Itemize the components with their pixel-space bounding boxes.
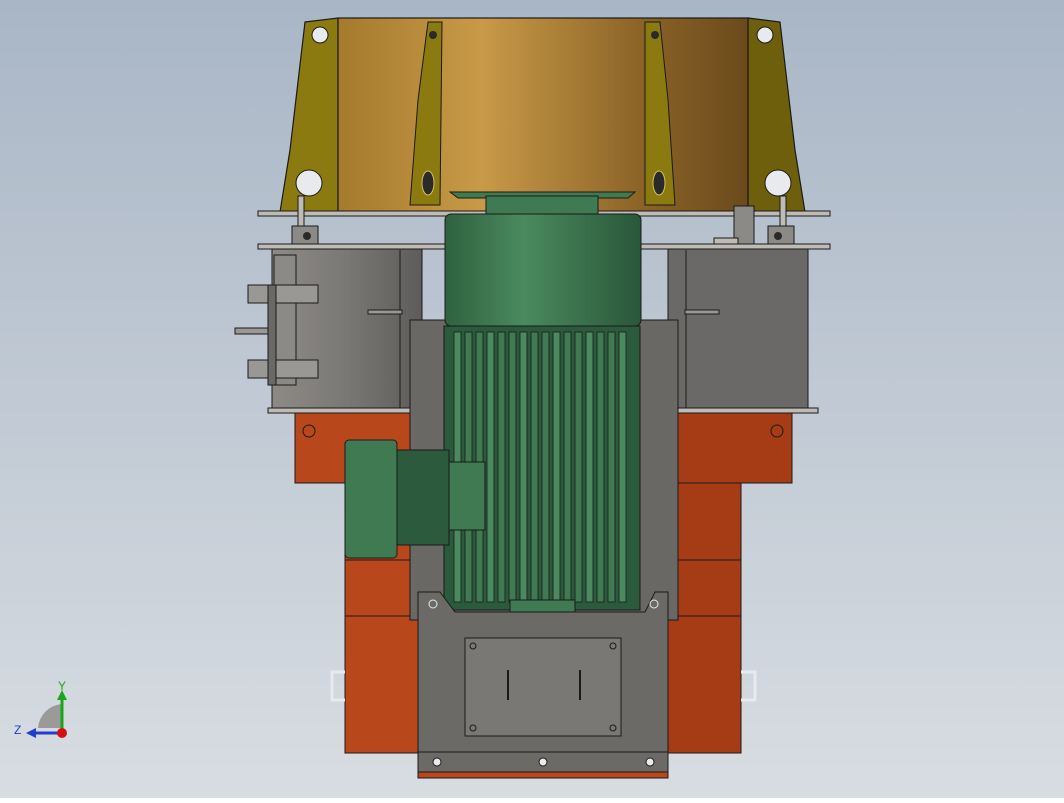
drive-motor[interactable] [443,191,642,621]
latch-pin [267,284,277,386]
motor-fin [530,331,539,603]
inspection-cover[interactable] [464,637,622,737]
cad-viewport[interactable]: Y Z [0,0,1064,798]
motor-fin [541,331,550,603]
motor-fin [563,331,572,603]
motor-fin [596,331,605,603]
triad-z-label: Z [14,723,21,737]
motor-fin [552,331,561,603]
motor-fin [607,331,616,603]
top-hood-assembly[interactable] [279,17,806,213]
right-lug-hole-top [756,26,774,44]
motor-top-hub [485,195,599,217]
left-lug-hole-bottom [295,169,323,197]
rib-slot-right [652,170,666,196]
model-canvas[interactable]: Y Z [0,0,1064,798]
bottom-mount-plate[interactable] [417,591,669,779]
motor-fin [519,331,528,603]
rib-hole-right [651,31,659,39]
triad-y-label: Y [58,679,66,693]
triad-origin [57,728,67,738]
motor-fin [497,331,506,603]
hood-body [337,17,749,213]
motor-fin [585,331,594,603]
latch-arm-bottom [247,359,319,379]
terminal-box-adapter [448,461,486,531]
motor-fan-cover [444,213,642,327]
housing-slot-left [367,309,403,315]
base-upper-right-block [671,412,793,484]
motor-fin [486,331,495,603]
rib-slot-left [421,170,435,196]
right-lug-hole-bottom [764,169,792,197]
terminal-box-body [396,449,450,546]
rib-hole-left [429,31,437,39]
motor-fin [574,331,583,603]
motor-fin [618,331,627,603]
housing-slot-right [684,309,720,315]
latch-arm-top [247,284,319,304]
housing-right-section [667,248,809,412]
left-lug-hole-top [311,26,329,44]
terminal-box-cover [344,439,398,559]
motor-fin [508,331,517,603]
